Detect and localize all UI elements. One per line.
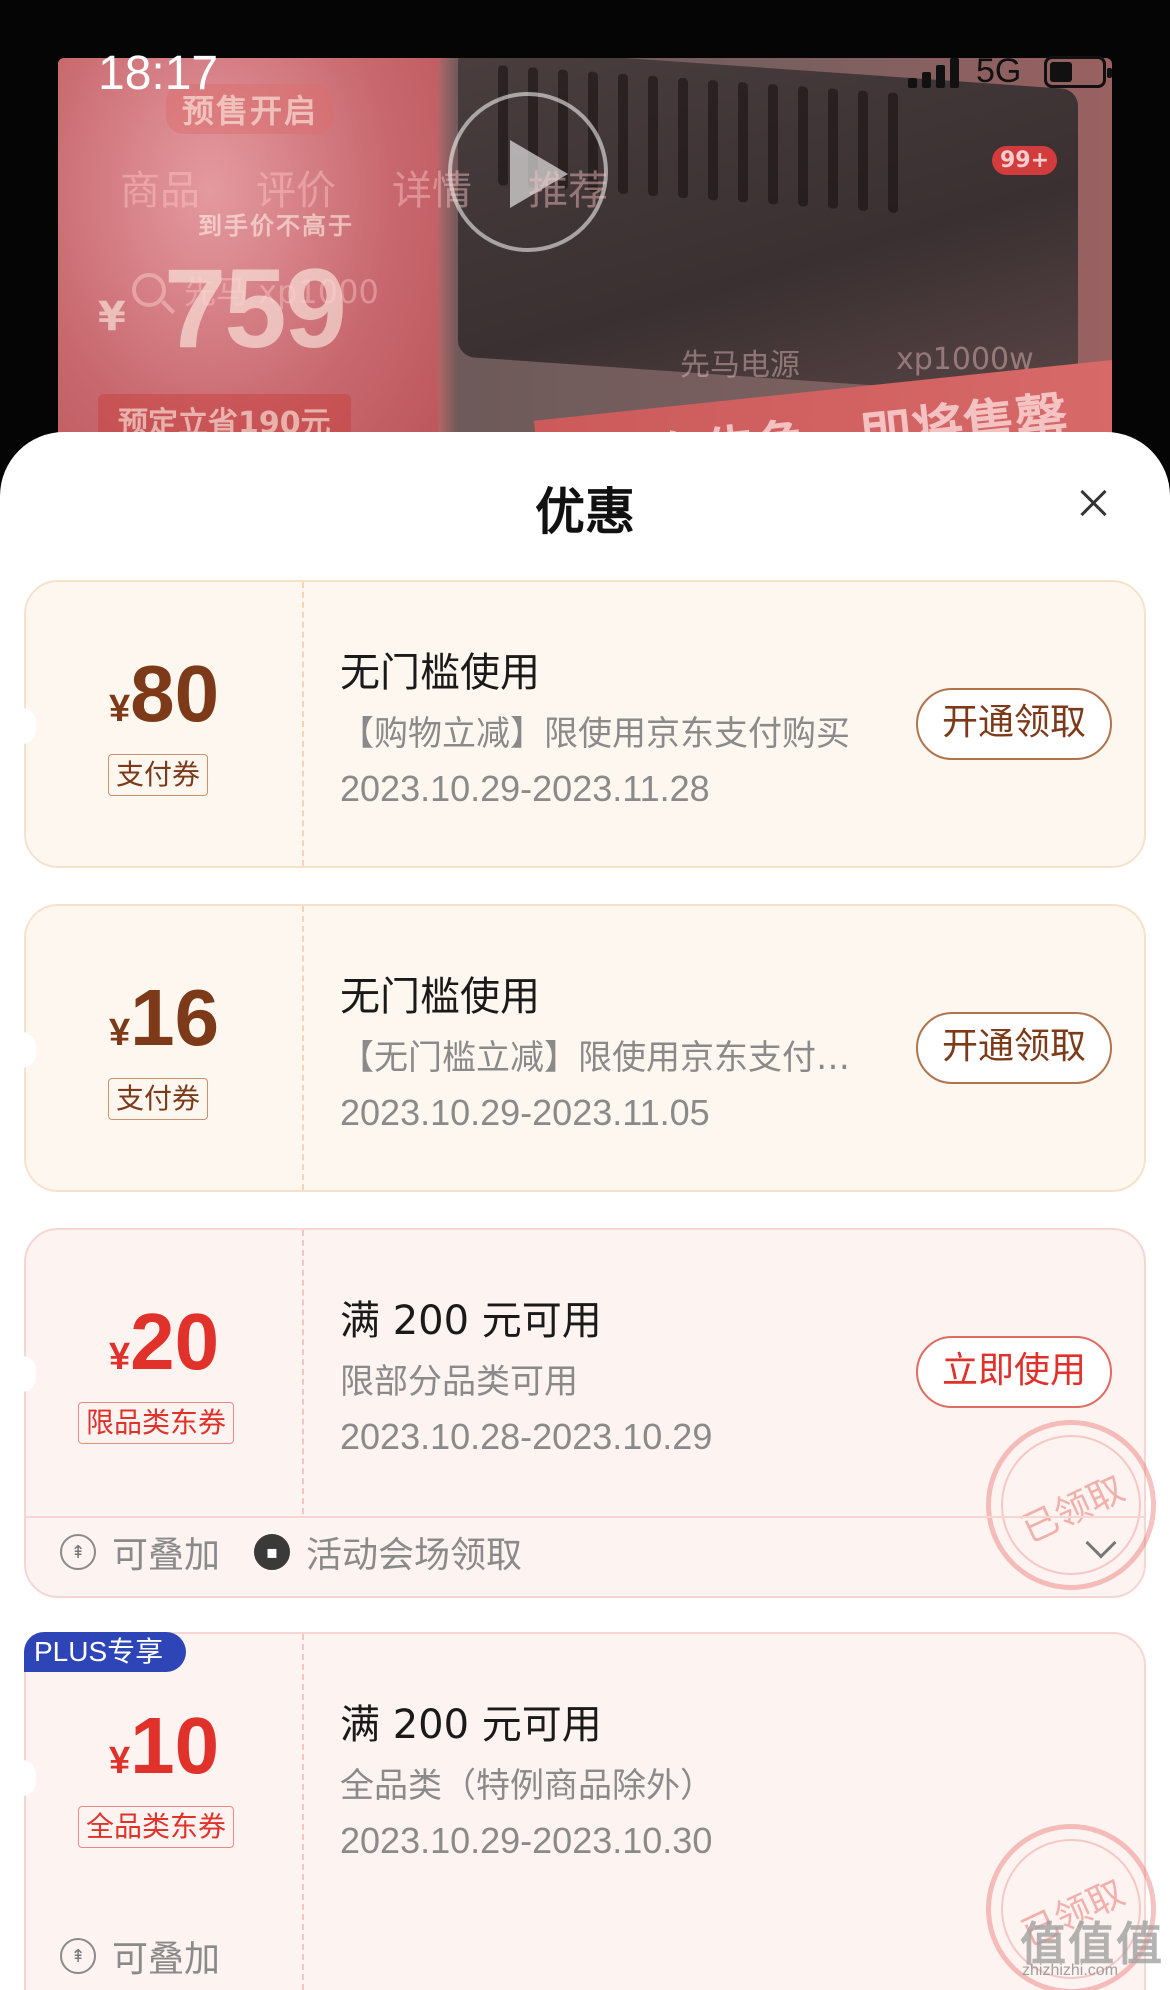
coupon-title: 满 200 元可用 <box>340 1702 602 1748</box>
coupon-description: 全品类（特例商品除外） <box>340 1766 714 1806</box>
tab-goods: 商品 <box>120 168 200 214</box>
product-tabs: 商品 评价 详情 推荐 <box>120 158 608 216</box>
cart-badge: 99+ <box>992 146 1058 175</box>
coupon-footer: ⇞ 可叠加 <box>24 1916 1146 1990</box>
close-icon[interactable] <box>1066 476 1120 530</box>
coupon-description: 限部分品类可用 <box>340 1362 578 1402</box>
chevron-down-icon[interactable] <box>1085 1527 1117 1559</box>
coupon-title: 无门槛使用 <box>340 650 540 696</box>
coupon-type-tag: 限品类东券 <box>78 1402 235 1444</box>
amount-value: 10 <box>130 1701 220 1790</box>
yen-symbol: ¥ <box>108 688 131 730</box>
search-text: 先马 xp1000 <box>184 273 379 311</box>
coupon-title: 满 200 元可用 <box>340 1298 602 1344</box>
tab-details: 详情 <box>392 168 472 214</box>
battery-icon <box>1044 56 1112 88</box>
yen-symbol: ¥ <box>108 1012 131 1054</box>
coupon-validity: 2023.10.29-2023.10.30 <box>340 1820 713 1861</box>
coupon-amount: ¥16 <box>26 972 302 1064</box>
amount-value: 20 <box>130 1297 220 1386</box>
watermark-url: zhizhizhi.com <box>1022 1962 1119 1979</box>
plus-exclusive-badge: PLUS专享 <box>24 1632 186 1672</box>
use-now-button[interactable]: 立即使用 <box>916 1336 1112 1408</box>
yen-symbol: ¥ <box>108 1740 131 1782</box>
stackable-label: 可叠加 <box>112 1939 221 1980</box>
activate-claim-button[interactable]: 开通领取 <box>916 1012 1112 1084</box>
cellular-signal-icon <box>908 58 959 88</box>
amount-value: 16 <box>130 973 220 1062</box>
status-time: 18:17 <box>98 47 219 100</box>
coupon-card: ¥80 支付券 无门槛使用 【购物立减】限使用京东支付购买 2023.10.29… <box>22 580 1146 868</box>
coupon-validity: 2023.10.28-2023.10.29 <box>340 1416 713 1457</box>
search-suggestion: xp1000w <box>896 342 1034 377</box>
yen-symbol: ¥ <box>108 1336 131 1378</box>
venue-icon: ▪ <box>254 1534 291 1570</box>
coupon-validity: 2023.10.29-2023.11.28 <box>340 768 710 809</box>
network-type: 5G <box>976 52 1022 90</box>
tab-reviews: 评价 <box>256 168 336 214</box>
coupon-description: 【购物立减】限使用京东支付购买 <box>340 714 850 754</box>
amount-value: 80 <box>130 649 220 738</box>
coupon-amount: ¥20 <box>26 1296 302 1388</box>
coupon-footer: ⇞ 可叠加 ▪ 活动会场领取 <box>24 1512 1146 1592</box>
sheet-title: 优惠 <box>535 483 635 541</box>
coupon-type-tag: 支付券 <box>108 754 209 796</box>
search-suggestion: 先马电源 <box>680 348 800 383</box>
coupon-type-tag: 全品类东券 <box>78 1806 235 1848</box>
coupon-card: ¥16 支付券 无门槛使用 【无门槛立减】限使用京东支付购买 2023.10.2… <box>22 904 1146 1192</box>
tab-recommend: 推荐 <box>528 168 608 214</box>
coupon-description: 【无门槛立减】限使用京东支付购买 <box>340 1038 880 1078</box>
stack-icon: ⇞ <box>60 1534 96 1570</box>
stackable-label: 可叠加 <box>112 1535 221 1576</box>
coupon-amount: ¥10 <box>26 1700 302 1792</box>
discount-sheet: 优惠 ¥80 支付券 无门槛使用 【购物立减】限使用京东支付购买 2023.10… <box>0 432 1170 1990</box>
coupon-amount: ¥80 <box>26 648 302 740</box>
activate-claim-button[interactable]: 开通领取 <box>916 688 1112 760</box>
claim-source-label: 活动会场领取 <box>306 1535 523 1576</box>
search-icon <box>132 273 166 307</box>
background-product-page: 预售开启 到手价不高于 ¥ 759 预定立省190元 库存告急，即将售罄 99+… <box>0 0 1170 480</box>
coupon-type-tag: 支付券 <box>108 1078 209 1120</box>
stack-icon: ⇞ <box>60 1938 96 1974</box>
coupon-validity: 2023.10.29-2023.11.05 <box>340 1092 710 1133</box>
coupon-title: 无门槛使用 <box>340 974 540 1020</box>
search-bar: 先马 xp1000 <box>80 260 920 320</box>
